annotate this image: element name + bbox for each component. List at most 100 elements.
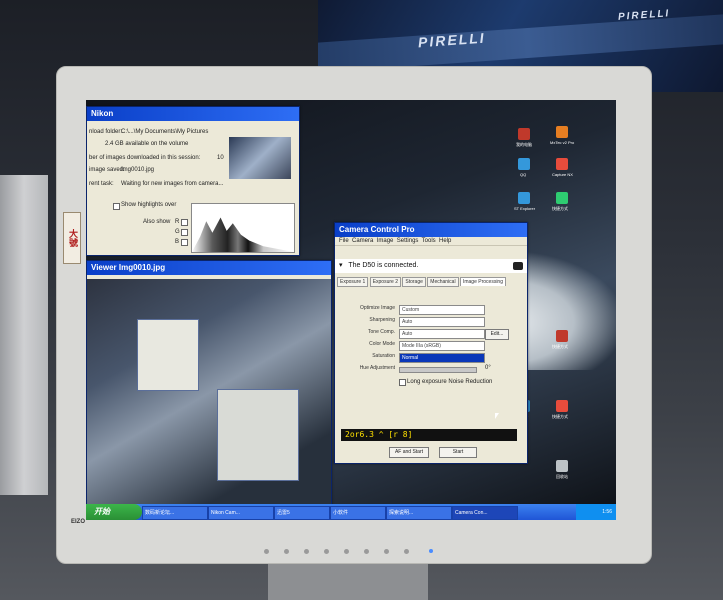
- menu-settings[interactable]: Settings: [397, 238, 419, 244]
- desktop-icon-label: 我的电脑: [516, 142, 532, 147]
- camera-icon: [513, 262, 523, 270]
- start-button[interactable]: Start: [439, 447, 477, 458]
- speaker-left: [0, 175, 48, 495]
- tone-comp-select[interactable]: Auto: [399, 329, 485, 339]
- download-folder-value: C:\...\My Documents\My Pictures: [121, 129, 209, 135]
- monitor-button[interactable]: [384, 549, 389, 554]
- sharpening-select[interactable]: Auto: [399, 317, 485, 327]
- field-label: Optimize Image: [359, 305, 395, 311]
- image-saved-label: image saved:: [89, 167, 125, 173]
- tab-mechanical[interactable]: Mechanical: [427, 277, 459, 287]
- monitor-button[interactable]: [264, 549, 269, 554]
- ccp-menubar: File Camera Image Settings Tools Help: [335, 237, 527, 246]
- field-sharpening: Sharpening: [335, 317, 395, 325]
- desktop-icon-label: Capture NX: [552, 172, 573, 177]
- volume-text: 2.4 GB available on the volume: [105, 141, 189, 147]
- images-downloaded-label: ber of images downloaded in this session…: [89, 155, 201, 161]
- tab-storage[interactable]: Storage: [402, 277, 426, 287]
- saturation-select[interactable]: Normal: [399, 353, 485, 363]
- download-folder-label: nload folder:: [89, 129, 123, 135]
- tab-exposure-1[interactable]: Exposure 1: [337, 277, 369, 287]
- image-window-titlebar[interactable]: Nikon: [87, 107, 299, 121]
- camera-lcd-display: 2or6.3 ^ [r 8]: [341, 429, 517, 441]
- image-transfer-window: Nikon nload folder: C:\...\My Documents\…: [86, 106, 300, 256]
- hue-value: 0°: [485, 365, 491, 371]
- viewer-nested-window: [217, 389, 299, 481]
- color-mode-select[interactable]: Mode IIIa (sRGB): [399, 341, 485, 351]
- taskbar-item[interactable]: 迅雷5: [274, 506, 330, 520]
- desktop-icon[interactable]: [518, 128, 530, 140]
- channel-b-checkbox[interactable]: [181, 239, 188, 246]
- field-label: Color Mode: [369, 341, 395, 347]
- menu-image[interactable]: Image: [377, 238, 394, 244]
- optimize-image-select[interactable]: Custom: [399, 305, 485, 315]
- menu-file[interactable]: File: [339, 238, 349, 244]
- desktop-icon-label: 回收站: [556, 474, 568, 479]
- mouse-cursor-icon: [495, 413, 503, 419]
- taskbar-item[interactable]: Nikon Cam...: [208, 506, 274, 520]
- taskbar-item[interactable]: Camera Con...: [452, 506, 518, 520]
- connected-banner: ▾ The D50 is connected.: [335, 259, 527, 273]
- monitor-screen: 我的电脑 MxTec v2 Pro QQ Capture NX 快捷方式 ST …: [86, 100, 616, 520]
- tab-exposure-2[interactable]: Exposure 2: [369, 277, 401, 287]
- channel-r-checkbox[interactable]: [181, 219, 188, 226]
- system-tray: 1:56: [576, 504, 616, 520]
- desktop-icon-label: QQ: [520, 172, 527, 177]
- taskbar-item[interactable]: 数码新论坛...: [142, 506, 208, 520]
- image-saved-value: Img0010.jpg: [121, 167, 155, 173]
- viewer-image: [87, 279, 331, 507]
- ccp-titlebar[interactable]: Camera Control Pro: [335, 223, 527, 237]
- desktop-icon[interactable]: [556, 192, 568, 204]
- eizo-logo: EIZO: [71, 519, 86, 525]
- monitor-button[interactable]: [284, 549, 289, 554]
- desktop-icon[interactable]: [556, 330, 568, 342]
- poster-stripe: [318, 11, 723, 75]
- taskbar-item[interactable]: 探索说明...: [386, 506, 452, 520]
- images-downloaded-value: 10: [217, 155, 224, 161]
- monitor-button[interactable]: [344, 549, 349, 554]
- monitor-sticker-left: 大號: [63, 212, 81, 264]
- histogram: [191, 203, 295, 253]
- desktop-icon[interactable]: [518, 158, 530, 170]
- monitor-button[interactable]: [364, 549, 369, 554]
- start-button-taskbar[interactable]: 开始: [86, 504, 142, 520]
- channel-g-checkbox[interactable]: [181, 229, 188, 236]
- monitor-button[interactable]: [404, 549, 409, 554]
- current-task-value: Waiting for new images from camera...: [121, 181, 224, 187]
- show-highlights-checkbox[interactable]: [113, 203, 120, 210]
- field-tone-comp: Tone Comp.: [335, 329, 395, 337]
- viewer-titlebar[interactable]: Viewer Img0010.jpg: [87, 261, 331, 275]
- edit-button[interactable]: Edit...: [485, 329, 509, 340]
- desktop-icon-label: 快捷方式: [552, 414, 568, 419]
- desktop-icon[interactable]: [556, 400, 568, 412]
- desktop-icon[interactable]: [556, 126, 568, 138]
- menu-help[interactable]: Help: [439, 238, 451, 244]
- desktop-icon-label: ST Explorer: [514, 206, 536, 211]
- desktop-icon-label: 快捷方式: [552, 206, 568, 211]
- desktop-icon-label: 快捷方式: [552, 344, 568, 349]
- ccp-body: File Camera Image Settings Tools Help ▾ …: [335, 237, 527, 463]
- desktop-icon-label: MxTec v2 Pro: [550, 140, 575, 145]
- clock[interactable]: 1:56: [602, 509, 612, 515]
- field-label: Hue Adjustment: [359, 365, 395, 371]
- recycle-bin-icon[interactable]: [556, 460, 568, 472]
- connected-text: The D50 is connected.: [348, 262, 419, 269]
- tab-image-processing[interactable]: Image Processing: [459, 277, 506, 286]
- menu-camera[interactable]: Camera: [352, 238, 373, 244]
- noise-reduction-checkbox[interactable]: [399, 379, 406, 386]
- expand-arrow-icon[interactable]: ▾: [335, 262, 347, 269]
- channel-g-label: G: [175, 229, 180, 235]
- power-led: [429, 549, 433, 553]
- camera-control-pro-window: Camera Control Pro File Camera Image Set…: [334, 222, 528, 464]
- field-label: Saturation: [372, 353, 395, 359]
- desktop-icon[interactable]: [518, 192, 530, 204]
- af-start-button[interactable]: AF and Start: [389, 447, 429, 458]
- monitor-button[interactable]: [304, 549, 309, 554]
- monitor-button[interactable]: [324, 549, 329, 554]
- taskbar: 开始 数码新论坛... Nikon Cam... 迅雷5 小软件 探索说明...…: [86, 504, 616, 520]
- hue-slider[interactable]: [399, 367, 477, 373]
- desktop-icon[interactable]: [556, 158, 568, 170]
- viewer-nested-window: [137, 319, 199, 391]
- taskbar-item[interactable]: 小软件: [330, 506, 386, 520]
- menu-tools[interactable]: Tools: [422, 238, 436, 244]
